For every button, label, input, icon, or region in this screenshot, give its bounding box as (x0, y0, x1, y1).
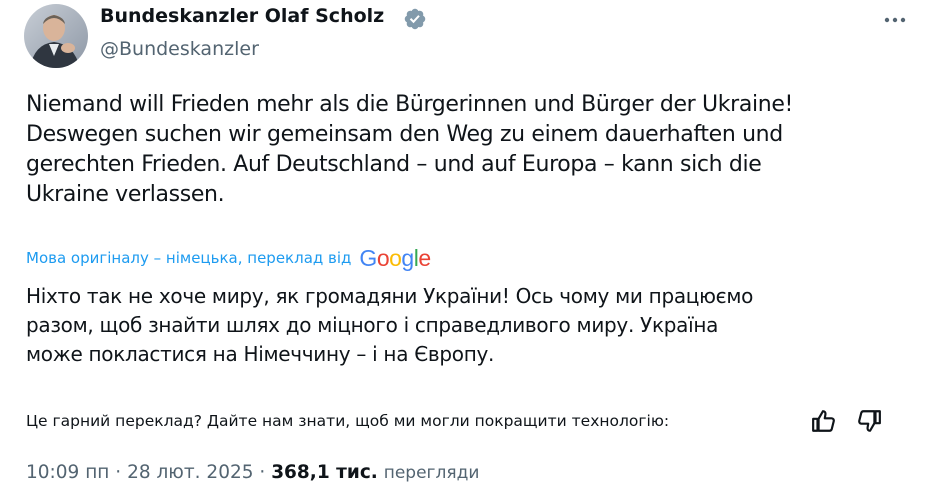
google-letter: e (418, 244, 431, 271)
translated-text-line: Ніхто так не хоче миру, як громадяни Укр… (26, 284, 754, 308)
google-letter: o (389, 244, 402, 271)
tweet-metadata: 10:09 пп · 28 лют. 2025 · 368,1 тис. пер… (26, 462, 479, 483)
avatar[interactable] (24, 4, 88, 68)
meta-separator: · (259, 462, 266, 483)
translation-notice-text: Мова оригіналу – німецька, переклад від (26, 249, 352, 267)
author-name[interactable]: Bundeskanzler Olaf Scholz (100, 5, 384, 27)
tweet-text-line: Niemand will Frieden mehr als die Bürger… (26, 92, 793, 117)
google-letter: o (376, 244, 390, 271)
thumbs-up-icon[interactable] (811, 408, 837, 434)
tweet-time[interactable]: 10:09 пп (26, 462, 109, 483)
views-count: 368,1 тис. (271, 462, 378, 483)
google-letter: g (401, 244, 414, 271)
tweet-date[interactable]: 28 лют. 2025 (127, 462, 253, 483)
google-logo: Google (359, 244, 431, 272)
tweet: Bundeskanzler Olaf Scholz @Bundeskanzler… (0, 0, 937, 498)
author-handle[interactable]: @Bundeskanzler (100, 38, 259, 60)
thumbs-down-icon[interactable] (856, 408, 882, 434)
translation-feedback-prompt: Це гарний переклад? Дайте нам знати, щоб… (26, 412, 670, 430)
translated-text-line: може покластися на Німеччину – і на Євро… (26, 342, 495, 366)
tweet-text-line: gerechten Frieden. Auf Deutschland – und… (26, 152, 762, 177)
google-letter: G (359, 244, 377, 271)
translated-text: Ніхто так не хоче миру, як громадяни Укр… (26, 282, 906, 369)
tweet-text-line: Ukraine verlassen. (26, 182, 225, 207)
more-horizontal-icon[interactable] (880, 8, 910, 32)
avatar-image (24, 4, 88, 68)
verified-badge-icon[interactable] (403, 7, 427, 31)
meta-separator: · (115, 462, 122, 483)
views-label: перегляди (383, 463, 480, 483)
tweet-text-line: Deswegen suchen wir gemeinsam den Weg zu… (26, 122, 783, 147)
tweet-text: Niemand will Frieden mehr als die Bürger… (26, 90, 906, 210)
translated-text-line: разом, щоб знайти шлях до міцного і спра… (26, 313, 719, 337)
translation-notice[interactable]: Мова оригіналу – німецька, переклад від … (26, 244, 431, 272)
